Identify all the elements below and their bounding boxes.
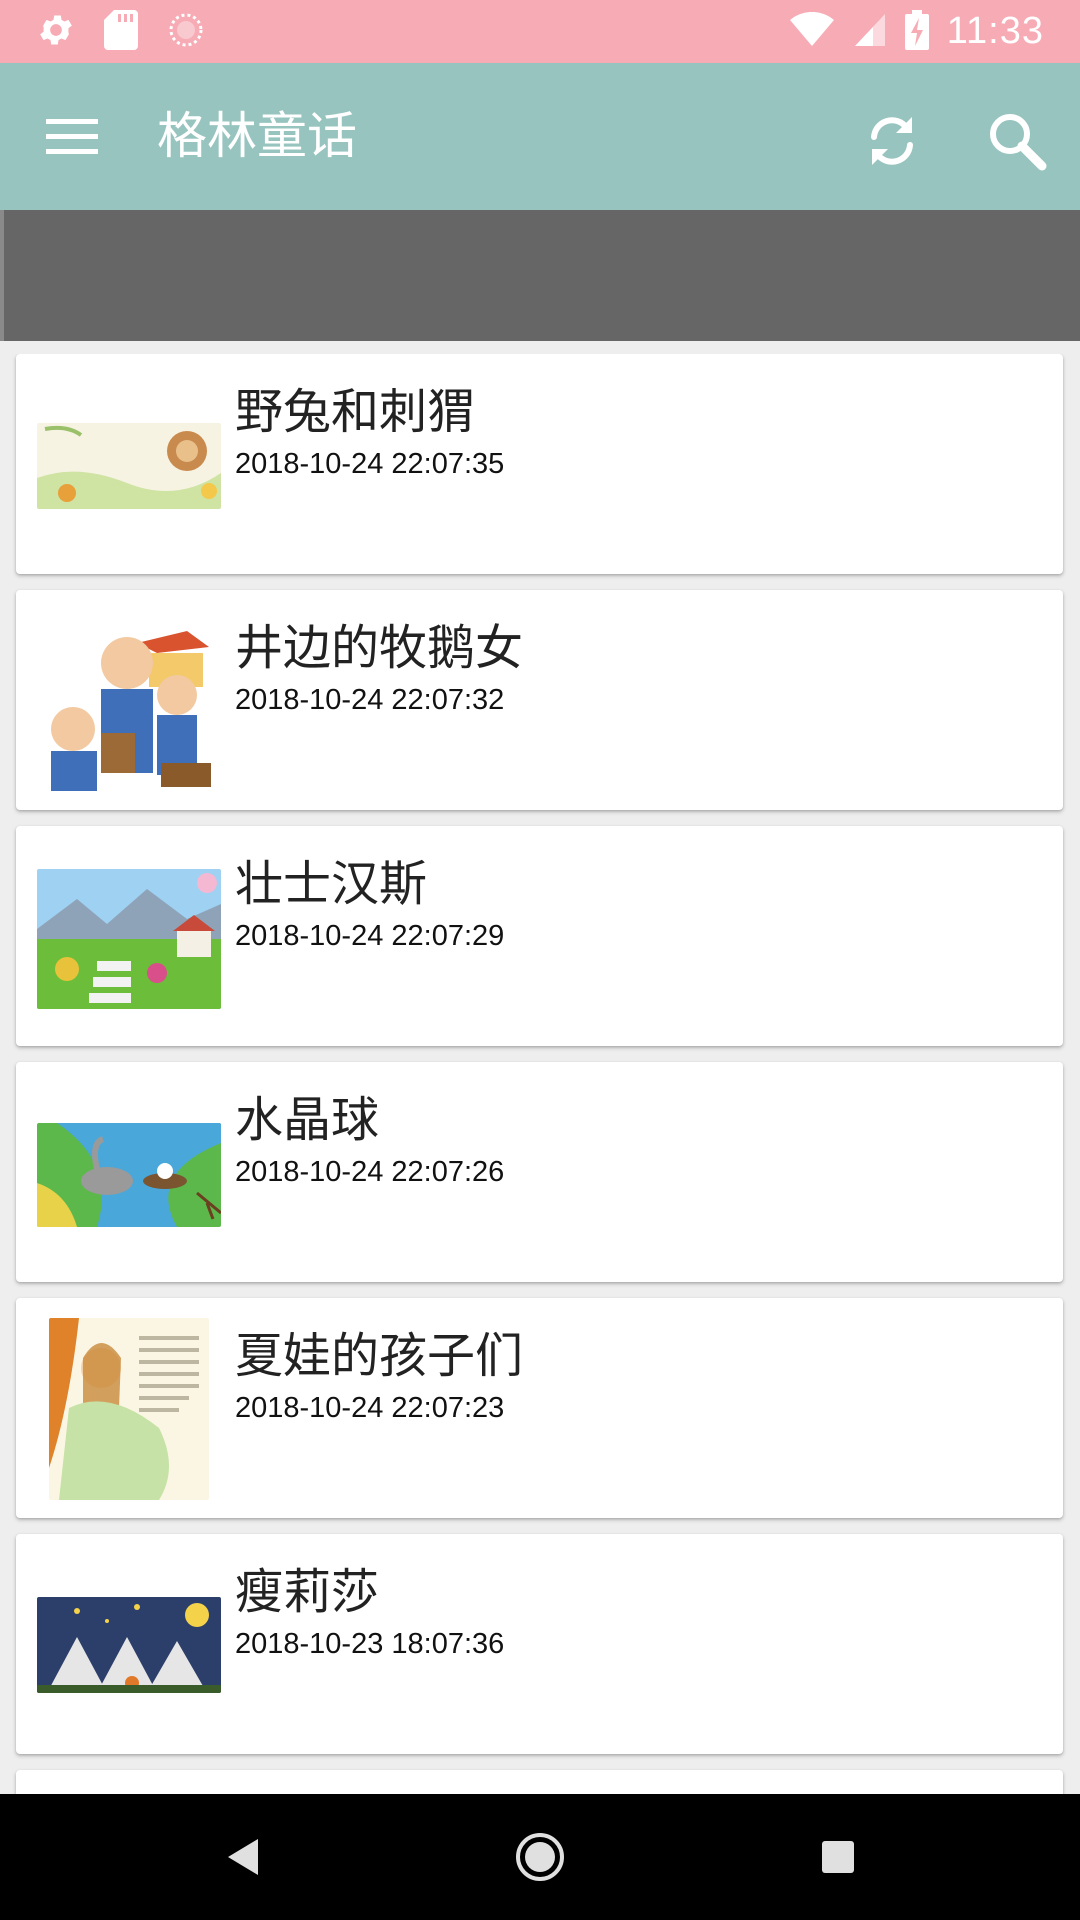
story-thumbnail — [37, 623, 221, 793]
banner-area — [0, 210, 1080, 341]
story-date: 2018-10-24 22:07:32 — [235, 684, 505, 716]
cell-signal-icon — [853, 12, 887, 52]
story-title: 水晶球 — [235, 1092, 380, 1148]
story-thumbnail — [37, 423, 221, 509]
story-thumbnail — [37, 869, 221, 1009]
story-title: 野兔和刺猬 — [235, 384, 476, 440]
story-date: 2018-10-24 22:07:29 — [235, 920, 505, 952]
story-date: 2018-10-24 22:07:35 — [235, 448, 505, 480]
app-title: 格林童话 — [157, 107, 357, 165]
story-card[interactable]: 井边的牧鹅女 2018-10-24 22:07:32 — [16, 590, 1063, 810]
story-date: 2018-10-23 18:07:36 — [235, 1628, 505, 1660]
gear-icon — [36, 10, 76, 54]
recents-icon — [822, 1841, 854, 1873]
story-title: 夏娃的孩子们 — [235, 1328, 524, 1384]
story-date: 2018-10-24 22:07:26 — [235, 1156, 505, 1188]
story-thumbnail — [37, 1123, 221, 1227]
story-card[interactable]: 壮士汉斯 2018-10-24 22:07:29 — [16, 826, 1063, 1046]
story-thumbnail — [49, 1318, 209, 1500]
story-list[interactable]: 野兔和刺猬 2018-10-24 22:07:35 井边的牧鹅女 2018-10… — [0, 354, 1080, 1794]
story-card[interactable]: 野兔和刺猬 2018-10-24 22:07:35 — [16, 354, 1063, 574]
story-thumbnail — [37, 1597, 221, 1693]
story-title: 瘦莉莎 — [235, 1564, 380, 1620]
status-left-icons — [36, 9, 206, 54]
story-title: 壮士汉斯 — [235, 856, 428, 912]
back-button[interactable] — [207, 1822, 277, 1892]
app-bar: 格林童话 — [0, 63, 1080, 210]
refresh-icon — [871, 117, 913, 165]
battery-charging-icon — [904, 9, 929, 54]
recents-button[interactable] — [803, 1822, 873, 1892]
sync-circle-icon — [166, 10, 206, 54]
status-right-icons: 11:33 — [789, 9, 1044, 54]
home-icon — [516, 1833, 564, 1881]
refresh-button[interactable] — [850, 99, 934, 183]
status-bar: 11:33 — [0, 0, 1080, 63]
story-card[interactable]: 瘦莉莎 2018-10-23 18:07:36 — [16, 1534, 1063, 1754]
back-icon — [228, 1839, 258, 1875]
screen: 11:33 格林童话 野兔和刺猬 2018-10-24 22:07:35 井边的… — [0, 0, 1080, 1920]
clock: 11:33 — [946, 10, 1044, 52]
home-button[interactable] — [505, 1822, 575, 1892]
story-card[interactable]: 水晶球 2018-10-24 22:07:26 — [16, 1062, 1063, 1282]
menu-button[interactable] — [36, 101, 108, 173]
story-title: 井边的牧鹅女 — [235, 620, 524, 676]
story-card-partial[interactable] — [16, 1770, 1063, 1794]
search-icon — [990, 114, 1047, 171]
sd-card-icon — [104, 9, 138, 54]
story-date: 2018-10-24 22:07:23 — [235, 1392, 505, 1424]
navigation-bar — [0, 1794, 1080, 1920]
search-button[interactable] — [975, 99, 1059, 183]
hamburger-menu-icon — [46, 119, 98, 154]
wifi-icon — [789, 11, 835, 52]
story-card[interactable]: 夏娃的孩子们 2018-10-24 22:07:23 — [16, 1298, 1063, 1518]
